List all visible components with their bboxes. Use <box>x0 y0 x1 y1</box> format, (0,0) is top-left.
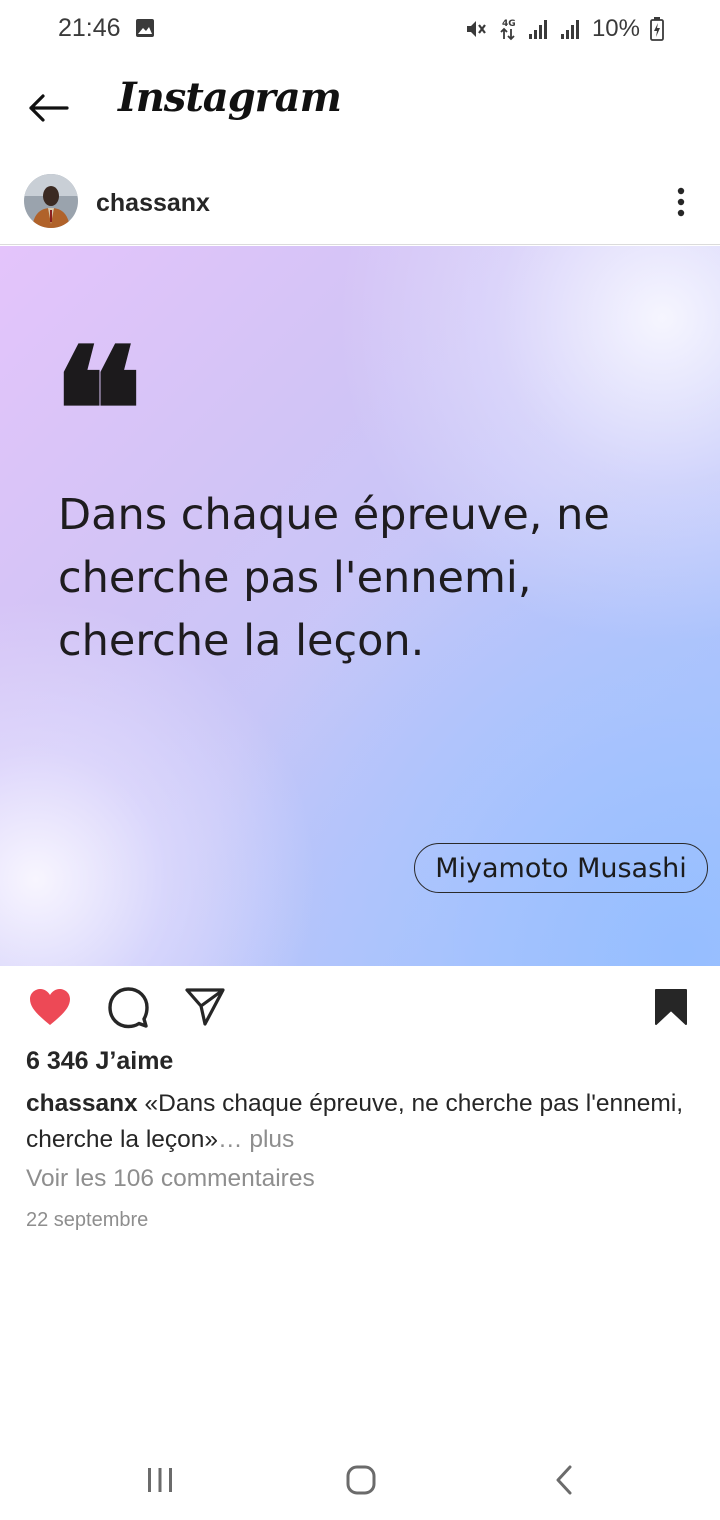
back-button[interactable] <box>22 84 74 132</box>
post-caption: chassanx «Dans chaque épreuve, ne cherch… <box>26 1086 706 1158</box>
signal-icon <box>560 20 579 39</box>
image-icon <box>136 19 154 37</box>
recent-apps-button[interactable] <box>130 1452 190 1508</box>
battery-charging-icon <box>650 17 664 41</box>
status-bar: 21:46 4G 10% <box>0 0 720 58</box>
heart-filled-icon <box>30 989 70 1025</box>
share-button[interactable] <box>180 984 230 1030</box>
status-icons: 4G 10% <box>464 12 664 46</box>
comment-icon <box>108 987 149 1029</box>
signal-icon <box>528 20 547 39</box>
caption-more-link[interactable]: … plus <box>218 1126 294 1153</box>
mute-icon <box>466 21 486 37</box>
svg-text:4G: 4G <box>502 19 516 29</box>
home-button[interactable] <box>331 1452 391 1508</box>
caption-username[interactable]: chassanx <box>26 1090 138 1117</box>
quote-text: Dans chaque épreuve, ne cherche pas l'en… <box>58 490 610 666</box>
comment-button[interactable] <box>103 984 153 1030</box>
like-button[interactable] <box>25 984 75 1030</box>
likes-count[interactable]: 6 346 J’aime <box>26 1047 173 1076</box>
data-arrows-icon: 4G <box>500 19 516 41</box>
author-badge: Miyamoto Musashi <box>414 843 708 893</box>
system-back-button[interactable] <box>534 1452 594 1508</box>
arrow-left-icon <box>29 94 69 122</box>
send-icon <box>185 988 225 1026</box>
post-header: chassanx <box>0 164 720 245</box>
avatar[interactable] <box>24 174 78 228</box>
recent-apps-icon <box>148 1468 172 1492</box>
avatar-image <box>24 174 78 228</box>
post-username[interactable]: chassanx <box>96 189 210 218</box>
quote-mark-icon: ❝ <box>52 311 144 511</box>
instagram-logo: Instagram <box>118 74 342 121</box>
vertical-dots-icon <box>677 187 685 217</box>
status-time: 21:46 <box>58 14 121 42</box>
author-name: Miyamoto Musashi <box>435 852 687 884</box>
view-comments-link[interactable]: Voir les 106 commentaires <box>26 1165 315 1193</box>
battery-percent: 10% <box>591 15 640 42</box>
bookmark-filled-icon <box>655 989 687 1025</box>
save-button[interactable] <box>646 984 696 1030</box>
post-image[interactable]: ❝ Dans chaque épreuve, ne cherche pas l'… <box>0 246 720 966</box>
back-chevron-icon <box>556 1465 572 1495</box>
post-date: 22 septembre <box>26 1209 149 1231</box>
more-options-button[interactable] <box>664 182 698 222</box>
home-icon <box>346 1465 376 1495</box>
